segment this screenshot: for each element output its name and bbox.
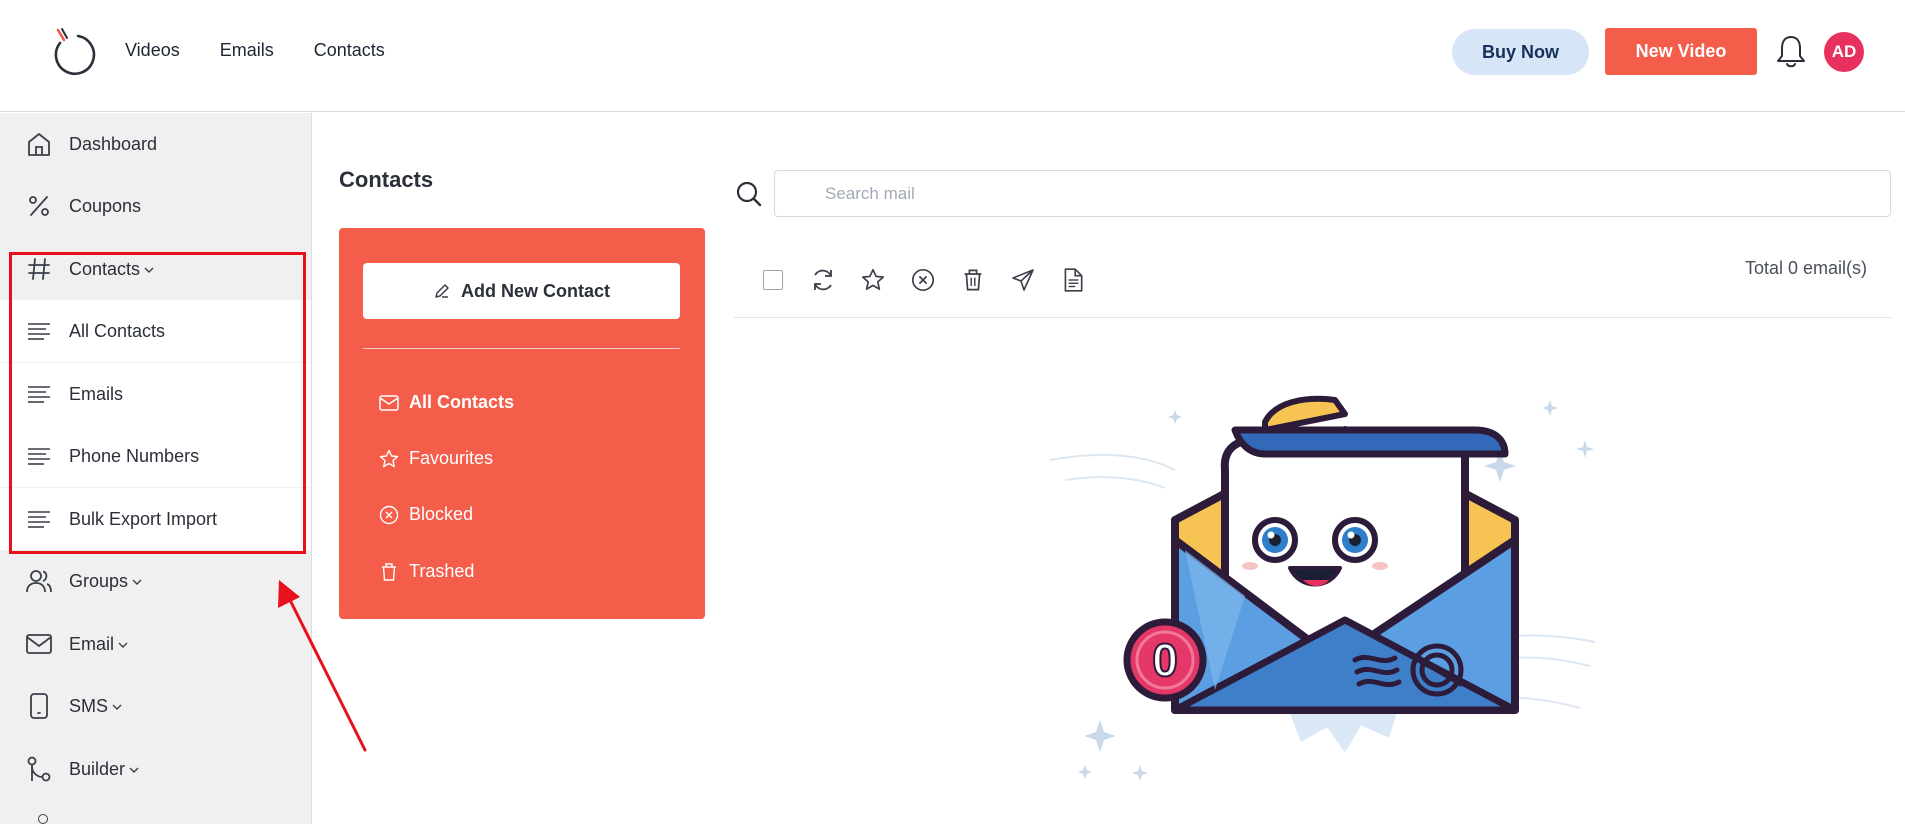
top-nav: Videos Emails Contacts [125, 40, 385, 61]
total-emails-count: Total 0 email(s) [1744, 258, 1867, 278]
panel-item-all-contacts[interactable]: All Contacts [379, 392, 514, 413]
avatar[interactable]: AD [1824, 32, 1864, 72]
panel-item-trashed[interactable]: Trashed [379, 561, 474, 582]
sidebar-item-groups[interactable]: Groups [0, 550, 311, 612]
contacts-menu-panel: Add New Contact All Contacts Favourites … [339, 228, 705, 619]
buy-now-button[interactable]: Buy Now [1452, 29, 1589, 75]
sidebar-item-label: Groups [69, 570, 129, 591]
pencil-icon [435, 284, 449, 298]
sidebar: Dashboard Coupons Contacts All Contacts … [0, 113, 312, 824]
mail-icon [379, 393, 399, 413]
sidebar-item-builder[interactable]: Builder [0, 738, 311, 800]
toolbar-divider [734, 317, 1891, 318]
select-all-checkbox[interactable] [763, 270, 783, 290]
sidebar-item-dashboard[interactable]: Dashboard [0, 113, 311, 175]
sidebar-item-label: Coupons [69, 195, 142, 216]
x-circle-icon [379, 505, 399, 525]
chevron-down-icon [129, 767, 139, 773]
block-icon[interactable] [908, 265, 938, 295]
nav-emails[interactable]: Emails [220, 40, 274, 61]
add-new-contact-button[interactable]: Add New Contact [363, 263, 680, 319]
sidebar-item-label: Emails [69, 383, 124, 404]
chevron-down-icon [118, 642, 128, 648]
chevron-down-icon [144, 267, 154, 273]
sidebar-item-label: Email [69, 633, 115, 654]
star-icon [379, 449, 399, 469]
empty-mailbox-illustration: 0 [1049, 395, 1596, 781]
star-icon[interactable] [858, 265, 888, 295]
branch-icon [24, 754, 54, 784]
nav-contacts[interactable]: Contacts [314, 40, 385, 61]
sidebar-item-all-contacts[interactable]: All Contacts [0, 300, 311, 362]
page-title: Contacts [339, 167, 434, 192]
home-icon [24, 129, 54, 159]
search-icon[interactable] [735, 180, 763, 208]
sidebar-item-label: Contacts [69, 258, 141, 279]
sidebar-item-coupons[interactable]: Coupons [0, 175, 311, 237]
lines-icon [24, 316, 54, 346]
users-icon [24, 566, 54, 596]
sidebar-item-bulk-export-import[interactable]: Bulk Export Import [0, 488, 311, 550]
trash-icon [379, 562, 399, 582]
percent-icon [24, 191, 54, 221]
add-new-contact-label: Add New Contact [460, 280, 610, 301]
sidebar-item-emails[interactable]: Emails [0, 363, 311, 425]
sidebar-item-label: All Contacts [69, 320, 166, 341]
sidebar-item-label: Builder [69, 758, 126, 779]
sidebar-item-contacts[interactable]: Contacts [0, 238, 311, 300]
document-icon[interactable] [1058, 265, 1088, 295]
sidebar-item-phone-numbers[interactable]: Phone Numbers [0, 425, 311, 487]
sidebar-item-sms[interactable]: SMS [0, 675, 311, 737]
phone-icon [24, 691, 54, 721]
bell-icon[interactable] [1775, 33, 1807, 69]
lines-icon [24, 441, 54, 471]
chevron-down-icon [132, 579, 142, 585]
panel-item-label: All Contacts [409, 392, 515, 412]
panel-item-label: Trashed [409, 561, 475, 581]
hash-icon [24, 254, 54, 284]
panel-item-favourites[interactable]: Favourites [379, 448, 493, 469]
panel-item-label: Favourites [409, 448, 494, 468]
new-video-button[interactable]: New Video [1605, 28, 1757, 75]
sidebar-item-label: Phone Numbers [69, 445, 200, 466]
chevron-down-icon [112, 704, 122, 710]
send-icon[interactable] [1008, 265, 1038, 295]
sidebar-item-label: Bulk Export Import [69, 508, 218, 529]
sidebar-item-email[interactable]: Email [0, 613, 311, 675]
search-input[interactable] [774, 170, 1891, 217]
sidebar-item-partial-icon [38, 814, 48, 824]
sidebar-item-label: Dashboard [69, 133, 158, 154]
refresh-icon[interactable] [808, 265, 838, 295]
lines-icon [24, 504, 54, 534]
lines-icon [24, 379, 54, 409]
mail-toolbar [758, 265, 1088, 295]
top-bar: Videos Emails Contacts Buy Now New Video… [0, 0, 1905, 112]
sidebar-item-label: SMS [69, 695, 109, 716]
app-logo[interactable] [50, 27, 96, 77]
nav-videos[interactable]: Videos [125, 40, 180, 61]
trash-icon[interactable] [958, 265, 988, 295]
panel-item-label: Blocked [409, 504, 474, 524]
panel-item-blocked[interactable]: Blocked [379, 504, 473, 525]
panel-divider [363, 348, 680, 349]
badge-count: 0 [1152, 634, 1178, 686]
mail-icon [24, 629, 54, 659]
